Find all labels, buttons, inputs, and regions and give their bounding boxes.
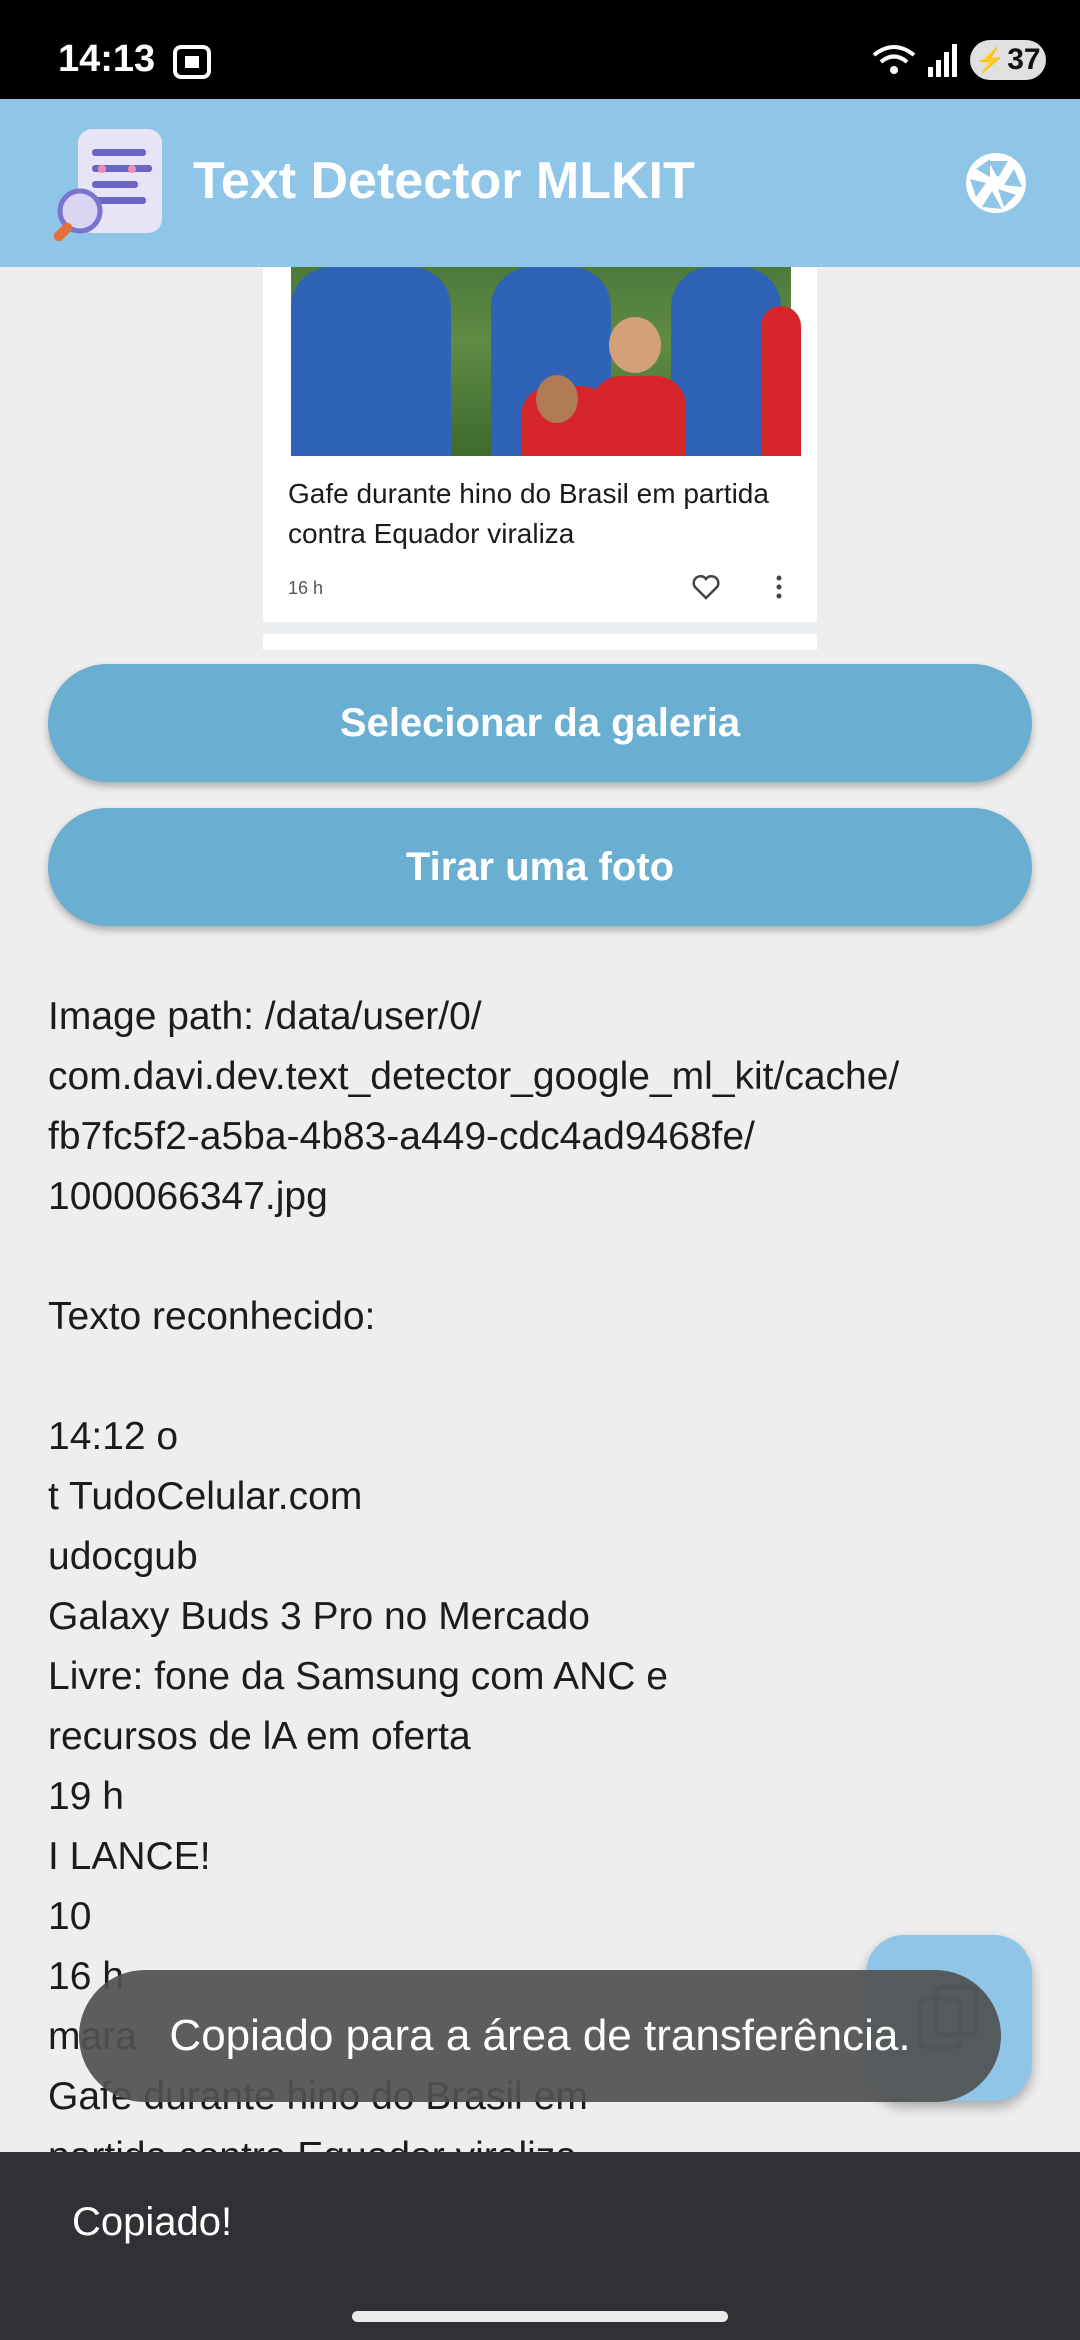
- charging-icon: ⚡: [975, 46, 1006, 74]
- aperture-icon[interactable]: [964, 151, 1028, 215]
- recognized-text-line: t TudoCelular.com: [48, 1475, 363, 1518]
- toast-message: Copiado para a área de transferência.: [79, 1970, 1001, 2102]
- navigation-bar: [0, 2294, 1080, 2340]
- recognized-text-line: udocgub: [48, 1535, 198, 1578]
- recognized-text-line: recursos de lA em oferta: [48, 1715, 471, 1758]
- preview-photo: [291, 267, 801, 456]
- snackbar: Copiado!: [0, 2152, 1080, 2294]
- document-search-logo: [53, 129, 162, 242]
- recognized-text-line: fb7fc5f2-a5ba-4b83-a449-cdc4ad9468fe/: [48, 1115, 755, 1158]
- recognized-text-line: Texto reconhecido:: [48, 1295, 376, 1338]
- recognized-text-line: [48, 1227, 1038, 1287]
- preview-caption: Gafe durante hino do Brasil em partida c…: [288, 478, 769, 549]
- recognized-text-line: Image path: /data/user/0/: [48, 995, 482, 1038]
- screenshot-icon: [173, 45, 211, 79]
- recognized-text-line: [48, 1347, 1038, 1407]
- kid-head: [536, 375, 578, 423]
- recognized-text-line: I LANCE!: [48, 1835, 211, 1878]
- take-photo-button[interactable]: Tirar uma foto: [48, 808, 1032, 926]
- app-bar: Text Detector MLKIT: [0, 99, 1080, 267]
- gesture-handle[interactable]: [352, 2311, 728, 2322]
- recognized-text-line: com.davi.dev.text_detector_google_ml_kit…: [48, 1055, 900, 1098]
- heart-icon: [692, 574, 720, 600]
- battery-level: 37: [1007, 43, 1041, 76]
- kid-figure: [761, 306, 801, 456]
- recognized-text-line: 14:12 o: [48, 1415, 179, 1458]
- player-figure: [291, 267, 451, 456]
- recognized-text-line: Livre: fone da Samsung com ANC e: [48, 1655, 668, 1698]
- snackbar-text: Copiado!: [72, 2200, 233, 2244]
- kid-figure: [591, 376, 686, 456]
- preview-divider: [263, 622, 817, 634]
- kid-head: [609, 317, 661, 373]
- status-icons: ⚡ 37: [872, 40, 1046, 80]
- recognized-text-line: 1000066347.jpg: [48, 1175, 328, 1218]
- signal-icon: [928, 44, 957, 77]
- wifi-icon: [872, 45, 916, 74]
- select-gallery-button[interactable]: Selecionar da galeria: [48, 664, 1032, 782]
- recognized-text-line: partida contra Equador viraliza: [48, 2127, 1038, 2152]
- preview-time: 16 h: [288, 578, 324, 598]
- image-preview: Gafe durante hino do Brasil em partida c…: [263, 267, 817, 650]
- battery-indicator: ⚡ 37: [970, 40, 1046, 80]
- status-bar: 14:13 ⚡ 37: [0, 0, 1080, 99]
- more-icon: [776, 575, 782, 599]
- recognized-text-line: Galaxy Buds 3 Pro no Mercado: [48, 1595, 590, 1638]
- app-title: Text Detector MLKIT: [193, 152, 695, 210]
- recognized-text-line: 19 h: [48, 1775, 124, 1818]
- status-time: 14:13: [58, 38, 156, 80]
